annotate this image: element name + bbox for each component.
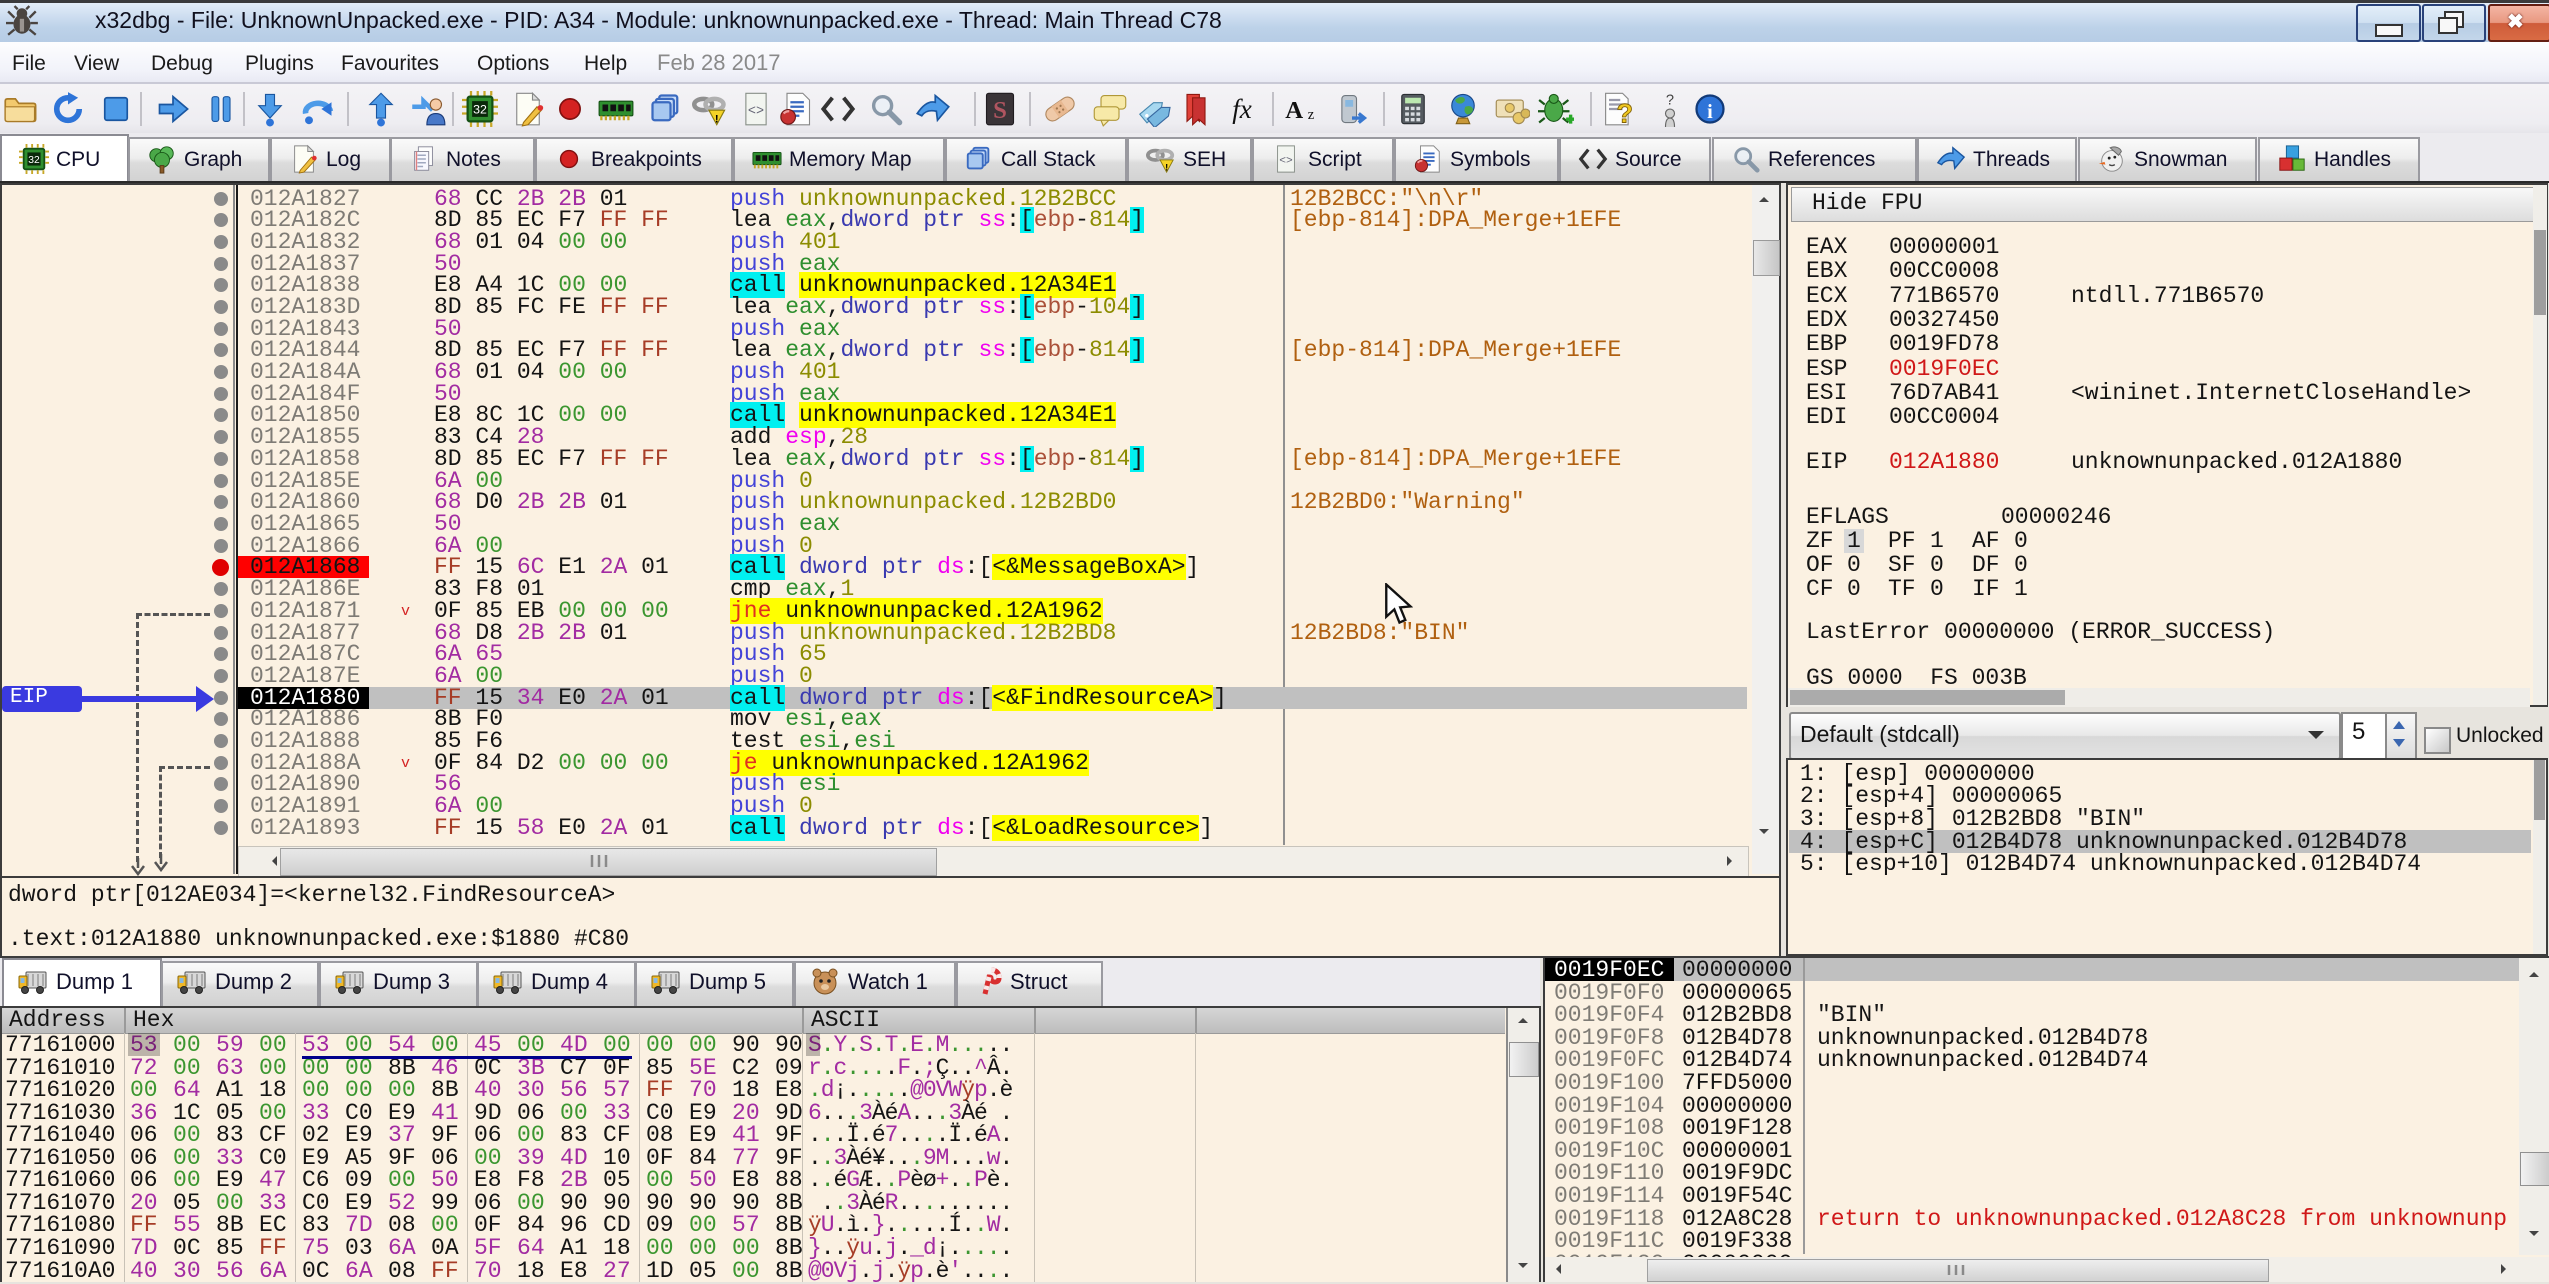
svg-text:?: ? xyxy=(1666,93,1674,109)
svg-text:32: 32 xyxy=(28,155,40,166)
svg-text:z: z xyxy=(1308,107,1315,123)
svg-text:i: i xyxy=(1707,101,1713,123)
svg-text:fx: fx xyxy=(1232,94,1252,124)
svg-text:A: A xyxy=(1285,97,1303,124)
svg-text:S: S xyxy=(993,97,1007,124)
svg-text:32: 32 xyxy=(473,103,487,117)
svg-text:?: ? xyxy=(1617,99,1634,128)
svg-text:<>: <> xyxy=(748,105,764,120)
svg-text:!: ! xyxy=(1165,162,1168,172)
svg-text:<>: <> xyxy=(1279,156,1293,168)
svg-text:!: ! xyxy=(715,114,719,126)
